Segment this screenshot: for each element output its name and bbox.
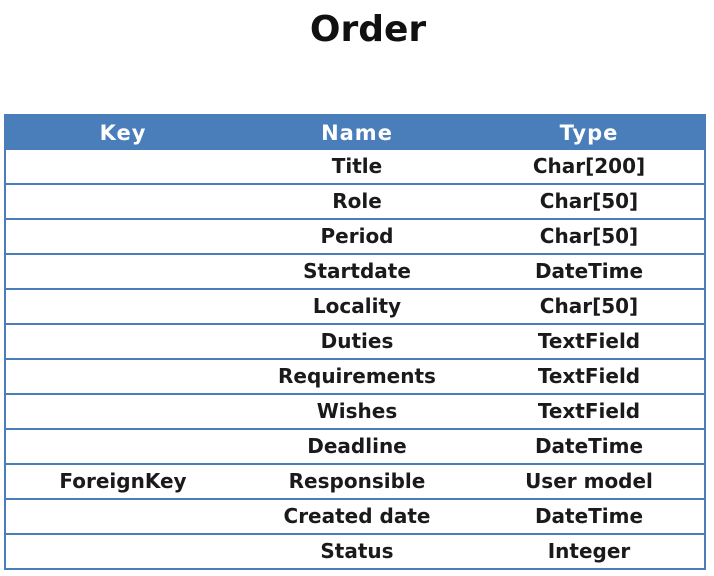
row-type: TextField <box>537 329 641 353</box>
table-row: Role Char[50] <box>6 183 704 218</box>
row-key <box>6 325 240 358</box>
row-type: DateTime <box>534 259 644 283</box>
row-name: Responsible <box>288 469 426 493</box>
row-type: TextField <box>537 399 641 423</box>
table-row: Wishes TextField <box>6 393 704 428</box>
row-key <box>6 535 240 568</box>
row-name: Created date <box>283 504 431 528</box>
table-row: Startdate DateTime <box>6 253 704 288</box>
row-key <box>6 500 240 533</box>
row-key: ForeignKey <box>59 469 187 493</box>
row-type: User model <box>525 469 653 493</box>
row-key <box>6 150 240 183</box>
row-type: Char[200] <box>532 154 646 178</box>
row-type: DateTime <box>534 434 644 458</box>
row-type: Char[50] <box>539 224 639 248</box>
row-name: Deadline <box>307 434 407 458</box>
row-name: Duties <box>320 329 394 353</box>
row-name: Title <box>331 154 383 178</box>
row-name: Status <box>320 539 394 563</box>
row-type: TextField <box>537 364 641 388</box>
row-key <box>6 290 240 323</box>
row-name: Startdate <box>303 259 411 283</box>
table-header: Key Name Type <box>6 116 704 150</box>
row-name: Requirements <box>278 364 436 388</box>
row-key <box>6 220 240 253</box>
table-row: Duties TextField <box>6 323 704 358</box>
table-row: ForeignKey Responsible User model <box>6 463 704 498</box>
table-row: Locality Char[50] <box>6 288 704 323</box>
page-title: Order <box>309 9 427 50</box>
row-key <box>6 360 240 393</box>
header-key: Key <box>99 121 147 145</box>
header-type: Type <box>559 121 619 145</box>
row-key <box>6 395 240 428</box>
row-name: Role <box>332 189 382 213</box>
table-row: Created date DateTime <box>6 498 704 533</box>
table-row: Title Char[200] <box>6 150 704 183</box>
table-row: Status Integer <box>6 533 704 568</box>
table-row: Period Char[50] <box>6 218 704 253</box>
fields-table: Key Name Type Title Char[200] Role Char[… <box>4 114 706 570</box>
row-key <box>6 430 240 463</box>
row-name: Locality <box>312 294 402 318</box>
header-name: Name <box>321 121 393 145</box>
row-name: Wishes <box>316 399 398 423</box>
row-key <box>6 185 240 218</box>
row-key <box>6 255 240 288</box>
row-type: DateTime <box>534 504 644 528</box>
row-type: Char[50] <box>539 294 639 318</box>
table-row: Requirements TextField <box>6 358 704 393</box>
row-name: Period <box>320 224 394 248</box>
table-row: Deadline DateTime <box>6 428 704 463</box>
row-type: Integer <box>547 539 631 563</box>
row-type: Char[50] <box>539 189 639 213</box>
